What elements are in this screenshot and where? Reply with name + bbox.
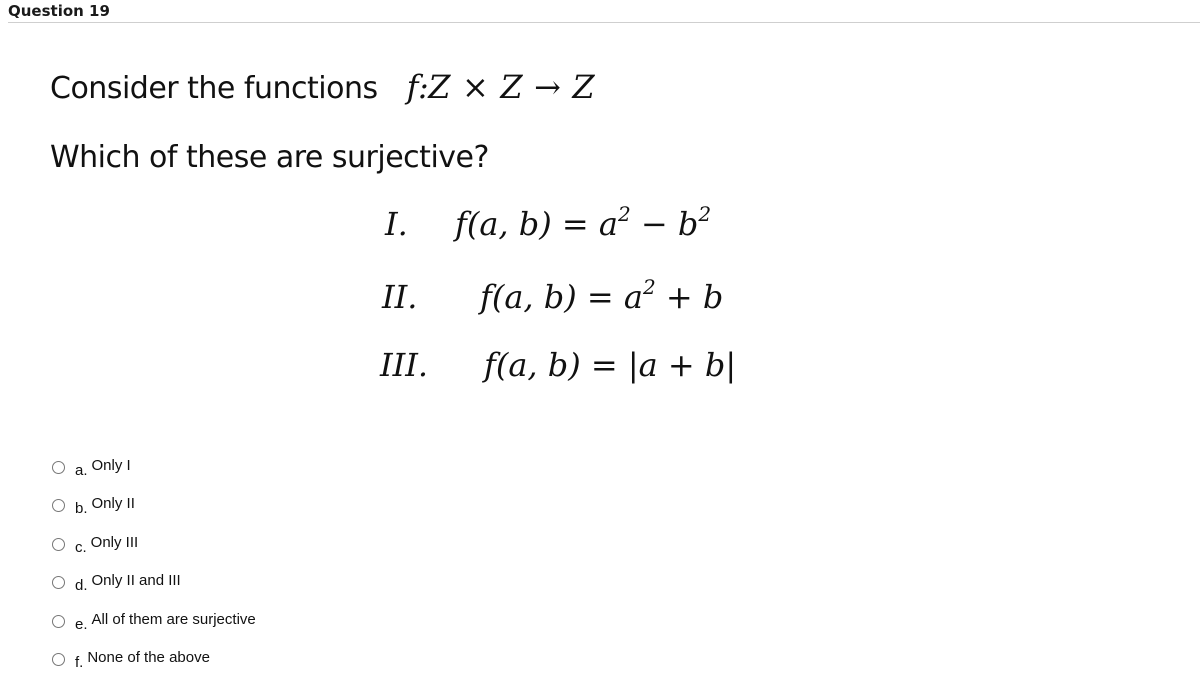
radio-button[interactable] [52,576,65,589]
equation-lhs: f(a, b) = a [480,278,643,316]
option-a[interactable]: a. Only I [52,448,256,487]
function-signature: f:Z×Z→Z [407,68,594,106]
radio-button[interactable] [52,461,65,474]
option-letter: f. [75,654,83,671]
option-label: Only II and III [92,572,181,589]
option-b[interactable]: b. Only II [52,487,256,526]
option-d[interactable]: d. Only II and III [52,564,256,603]
equation-lhs: f(a, b) = |a + b| [484,346,736,384]
radio-button[interactable] [52,653,65,666]
equation-mid: − b [631,205,699,243]
equation-exponent: 2 [618,202,631,226]
sig-f: f [407,68,418,106]
option-label: None of the above [87,649,210,666]
option-letter: c. [75,539,87,556]
option-f[interactable]: f. None of the above [52,641,256,679]
option-letter: a. [75,462,88,479]
option-letter: d. [75,577,88,594]
sig-arrow: → [534,68,560,106]
equation-mid: + b [656,278,724,316]
equation-exponent: 2 [643,275,656,299]
equation-3: III.f(a, b) = |a + b| [380,346,736,384]
sig-z3: Z [572,68,594,106]
equation-exponent: 2 [698,202,711,226]
question-subprompt: Which of these are surjective? [50,140,489,175]
option-c[interactable]: c. Only III [52,525,256,564]
option-label: All of them are surjective [92,611,256,628]
equation-1: I.f(a, b) = a2 − b2 [385,205,711,243]
radio-button[interactable] [52,499,65,512]
prompt-text: Consider the functions [50,71,378,106]
option-e[interactable]: e. All of them are surjective [52,602,256,641]
radio-button[interactable] [52,615,65,628]
option-label: Only III [91,534,139,551]
equation-2: II.f(a, b) = a2 + b [382,278,723,316]
equation-numeral: III. [380,346,484,384]
question-header: Question 19 [8,0,1200,23]
answer-options: a. Only I b. Only II c. Only III d. Only… [52,448,256,679]
sig-z2: Z [500,68,522,106]
equation-numeral: II. [382,278,480,316]
equation-lhs: f(a, b) = a [455,205,618,243]
option-letter: e. [75,616,88,633]
sig-colon: : [418,68,428,106]
radio-button[interactable] [52,538,65,551]
option-label: Only I [92,457,131,474]
equation-numeral: I. [385,205,455,243]
sig-times: × [462,68,488,106]
sig-z1: Z [428,68,450,106]
option-label: Only II [92,495,135,512]
question-title: Question 19 [8,2,110,20]
option-letter: b. [75,500,88,517]
question-prompt: Consider the functions f:Z×Z→Z [50,68,594,106]
